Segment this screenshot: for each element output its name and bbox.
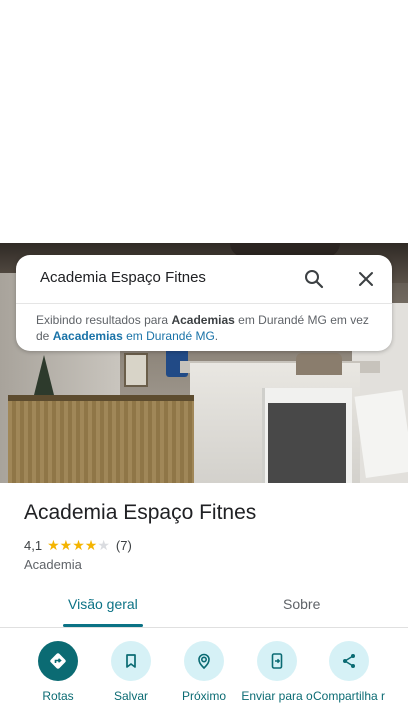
search-icon[interactable]	[302, 267, 326, 291]
review-count[interactable]: (7)	[116, 538, 132, 553]
share-label: Compartilha r	[312, 689, 386, 703]
rating-stars: ★ ★ ★ ★ ★	[47, 538, 110, 552]
star-icon: ★	[59, 537, 73, 553]
original-query-link[interactable]: Aacademias em Durandé MG	[53, 329, 215, 343]
notice-link-rest: em Durandé MG	[126, 329, 215, 343]
close-icon[interactable]	[354, 267, 378, 291]
nearby-label: Próximo	[181, 689, 226, 703]
directions-icon	[38, 641, 78, 681]
send-to-phone-icon	[257, 641, 297, 681]
share-button[interactable]: Compartilha r	[309, 641, 389, 703]
rating-row[interactable]: 4,1 ★ ★ ★ ★ ★ (7)	[24, 537, 132, 553]
photo-dark-room	[268, 403, 346, 483]
share-icon	[329, 641, 369, 681]
directions-button[interactable]: Rotas	[18, 641, 98, 703]
directions-label: Rotas	[42, 689, 74, 703]
star-icon: ★	[47, 537, 60, 553]
save-label: Salvar	[113, 689, 148, 703]
search-card: Academia Espaço Fitnes Exibindo resultad…	[16, 255, 392, 351]
send-to-phone-button[interactable]: Enviar para o	[237, 641, 317, 703]
place-category: Academia	[24, 557, 82, 572]
card-divider	[16, 303, 392, 304]
star-icon: ★	[97, 537, 110, 553]
rating-value: 4,1	[24, 537, 43, 553]
blank-area	[0, 0, 408, 243]
notice-term: Academias	[171, 313, 235, 327]
save-button[interactable]: Salvar	[91, 641, 171, 703]
star-icon: ★	[84, 537, 98, 553]
tab-overview[interactable]: Visão geral	[68, 596, 138, 612]
place-name: Academia Espaço Fitnes	[24, 501, 257, 524]
star-icon: ★	[72, 537, 85, 553]
photo-bottles	[296, 353, 342, 375]
notice-link-term: Aacademias	[52, 329, 123, 343]
search-input[interactable]: Academia Espaço Fitnes	[40, 269, 206, 286]
notice-prefix: Exibindo resultados para	[36, 313, 169, 327]
photo-fence	[8, 401, 194, 483]
bookmark-icon	[111, 641, 151, 681]
tab-about[interactable]: Sobre	[283, 596, 320, 612]
notice-end: .	[214, 329, 219, 343]
nearby-icon	[184, 641, 224, 681]
photo-poster	[124, 353, 148, 387]
send-to-phone-label: Enviar para o	[241, 689, 313, 703]
spelling-notice: Exibindo resultados para Academias em Du…	[36, 312, 376, 344]
nearby-button[interactable]: Próximo	[164, 641, 244, 703]
tabs-divider	[0, 627, 408, 628]
